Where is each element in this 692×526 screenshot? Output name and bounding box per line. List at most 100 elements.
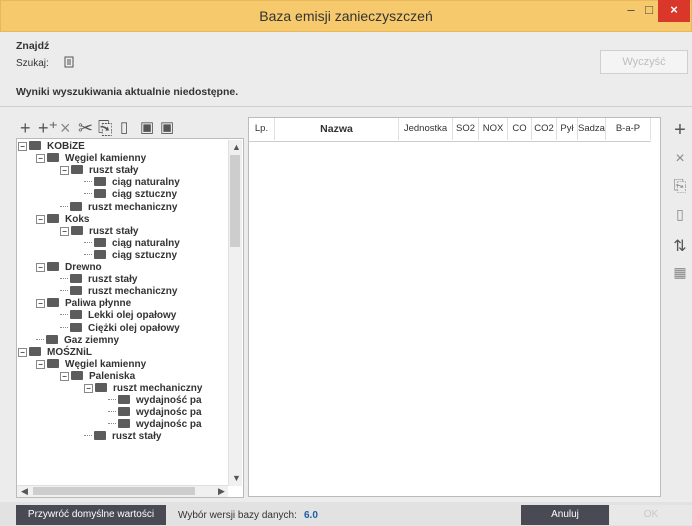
tree-connector — [60, 278, 68, 280]
collapse-icon[interactable]: − — [84, 384, 93, 393]
folder-icon — [46, 334, 58, 344]
cut-icon[interactable]: ✂ — [78, 118, 93, 138]
tree-node-label: MOŚZNiL — [47, 346, 92, 358]
tree-connector — [84, 253, 92, 255]
tree-node[interactable]: ruszt mechaniczny — [60, 285, 177, 298]
copy-icon[interactable]: ▯ — [670, 206, 690, 223]
tree-node[interactable]: ruszt stały — [60, 273, 137, 286]
tree-node[interactable]: ciąg sztuczny — [84, 249, 177, 262]
add-child-icon[interactable]: +⁺ — [38, 118, 58, 138]
cancel-button[interactable]: Anuluj — [521, 505, 609, 525]
copy-icon[interactable]: ▯ — [120, 118, 128, 138]
scroll-up-icon[interactable]: ▲ — [232, 142, 241, 152]
collapse-icon[interactable]: − — [60, 371, 69, 381]
tree-node[interactable]: − ruszt stały — [60, 225, 138, 238]
collapse-icon[interactable]: − — [36, 359, 45, 369]
paste-icon[interactable]: ⎘ — [670, 178, 690, 196]
tree-node[interactable]: − Węgiel kamienny — [36, 358, 146, 371]
tree-node[interactable]: − Węgiel kamienny — [36, 152, 146, 165]
window-title: Baza emisji zanieczyszczeń — [259, 8, 433, 24]
tree-connector — [108, 399, 116, 401]
tree-node[interactable]: − Drewno — [36, 261, 102, 274]
export-icon[interactable]: ▣ — [140, 118, 154, 138]
tree-node[interactable]: Gaz ziemny — [36, 334, 119, 347]
document-icon — [64, 56, 74, 68]
column-header[interactable]: B-a-P — [606, 118, 651, 140]
collapse-icon[interactable]: − — [36, 154, 45, 164]
column-header[interactable]: Jednostka — [399, 118, 453, 140]
add-icon[interactable]: + — [20, 118, 31, 138]
tree-connector — [60, 314, 68, 316]
column-header[interactable]: SO2 — [453, 118, 479, 140]
tree-node-label: ruszt mechaniczny — [113, 383, 203, 394]
ok-button[interactable]: OK — [610, 505, 692, 525]
folder-icon — [29, 346, 41, 356]
collapse-icon[interactable]: − — [18, 347, 27, 357]
scroll-down-icon[interactable]: ▼ — [232, 473, 241, 483]
tree-node[interactable]: ruszt stały — [84, 430, 161, 443]
tree-node-label: wydajność pa — [136, 395, 202, 407]
tree-horizontal-thumb[interactable] — [33, 487, 195, 495]
folder-icon — [47, 213, 59, 223]
collapse-icon[interactable]: − — [36, 263, 45, 272]
delete-icon[interactable]: × — [60, 118, 71, 138]
add-icon[interactable]: + — [670, 119, 690, 142]
tree-node[interactable]: − MOŚZNiL — [18, 346, 92, 359]
tree-node-label: ruszt stały — [88, 274, 138, 286]
tree-connector — [84, 241, 92, 243]
tree-node[interactable]: − Koks — [36, 213, 89, 226]
tree-node[interactable]: − ruszt stały — [60, 164, 138, 177]
emissions-grid[interactable] — [248, 117, 661, 497]
tree-node[interactable]: − ruszt mechaniczny — [84, 382, 202, 395]
column-header[interactable]: Nazwa — [275, 118, 399, 140]
close-button[interactable]: × — [658, 0, 690, 22]
scroll-right-icon[interactable]: ▶ — [218, 486, 225, 497]
tree-vertical-thumb[interactable] — [230, 155, 240, 247]
grid-header-divider — [249, 141, 651, 142]
column-header[interactable]: Lp. — [249, 118, 275, 140]
restore-defaults-button[interactable]: Przywróć domyślne wartości — [16, 505, 166, 525]
folder-icon — [70, 310, 82, 320]
refresh-icon[interactable]: ⇅ — [670, 236, 690, 256]
tree-node-label: ruszt stały — [89, 225, 139, 237]
scroll-left-icon[interactable]: ◀ — [21, 486, 28, 497]
tree-node[interactable]: wydajnośc pa — [108, 418, 202, 431]
import-icon[interactable]: ▣ — [160, 118, 174, 138]
column-header[interactable]: NOX — [479, 118, 508, 140]
column-header[interactable]: Pył — [557, 118, 578, 140]
collapse-icon[interactable]: − — [18, 142, 27, 151]
clear-button[interactable]: Wyczyść — [600, 50, 688, 74]
results-status: Wyniki wyszukiwania aktualnie niedostępn… — [16, 86, 239, 98]
version-select[interactable]: 6.0 — [304, 510, 318, 521]
paste-icon[interactable]: ⎘ — [98, 118, 112, 138]
column-header[interactable]: CO — [508, 118, 532, 140]
collapse-icon[interactable]: − — [60, 226, 69, 236]
tree-node[interactable]: ciąg naturalny — [84, 176, 180, 189]
collapse-icon[interactable]: − — [60, 166, 69, 176]
tree-node[interactable]: Ciężki olej opałowy — [60, 322, 180, 335]
tree-node[interactable]: ciąg naturalny — [84, 237, 180, 250]
column-header[interactable]: CO2 — [532, 118, 557, 140]
tree-node[interactable]: ciąg sztuczny — [84, 188, 177, 201]
search-field[interactable] — [64, 56, 74, 68]
tree-node[interactable]: − Paliwa płynne — [36, 297, 131, 310]
folder-icon — [118, 395, 130, 405]
tree-connector — [84, 181, 92, 183]
collapse-icon[interactable]: − — [36, 299, 45, 309]
tree-node-label: Paleniska — [89, 370, 136, 382]
tree-node[interactable]: − Paleniska — [60, 370, 135, 383]
tree-node[interactable]: − KOBiZE — [18, 140, 85, 153]
tree-node[interactable]: wydajność pa — [108, 394, 202, 407]
folder-icon — [29, 141, 41, 150]
folder-icon — [94, 177, 106, 187]
tree-node[interactable]: ruszt mechaniczny — [60, 201, 177, 214]
tree-node[interactable]: wydajnośc pa — [108, 406, 202, 419]
folder-icon — [94, 431, 106, 441]
tree-connector — [60, 326, 68, 328]
calculator-icon[interactable]: ▦ — [670, 264, 690, 281]
column-header[interactable]: Sadza — [578, 118, 606, 140]
delete-icon[interactable]: × — [670, 150, 690, 168]
folder-icon — [47, 358, 59, 368]
tree-node[interactable]: Lekki olej opałowy — [60, 309, 176, 322]
collapse-icon[interactable]: − — [36, 214, 45, 224]
